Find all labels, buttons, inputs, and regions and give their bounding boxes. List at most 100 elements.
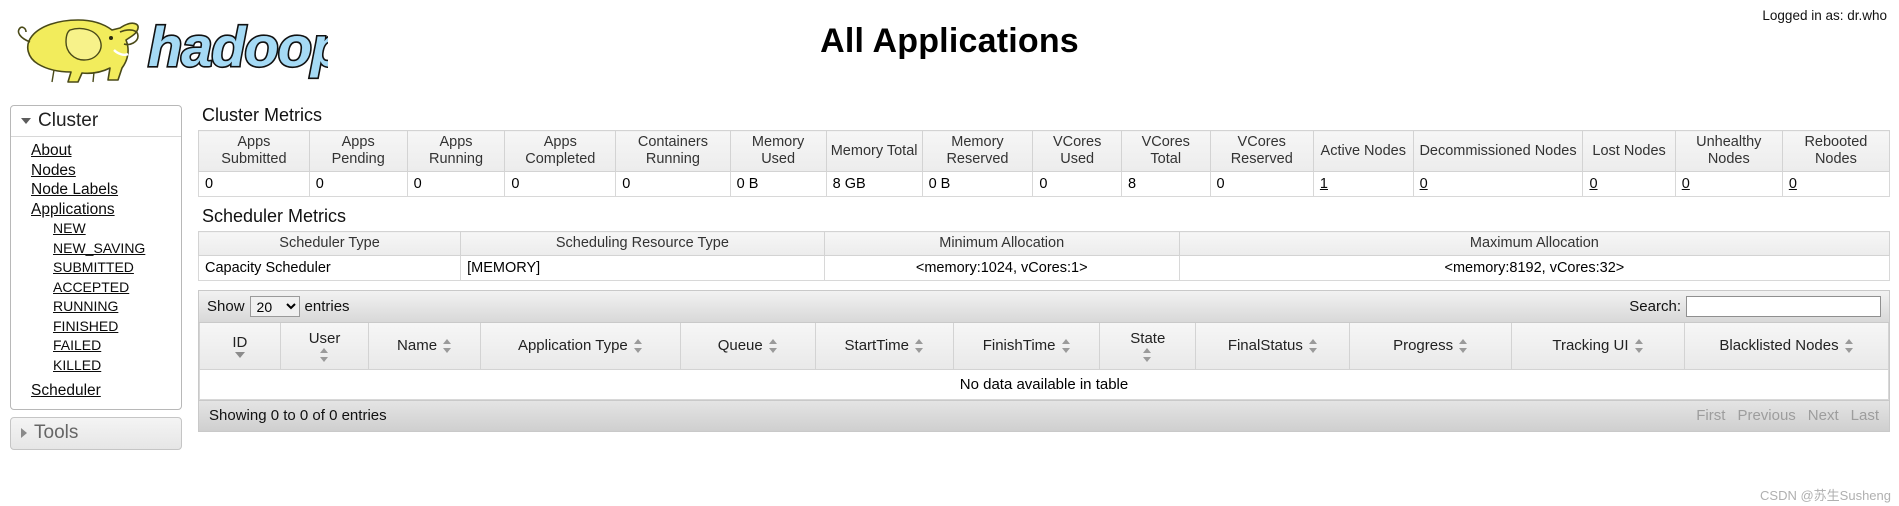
th-tracking-ui[interactable]: Tracking UI [1510, 323, 1686, 370]
sidebar-link-failed[interactable]: FAILED [53, 337, 101, 353]
sidebar-link-submitted[interactable]: SUBMITTED [53, 259, 134, 275]
col-minimum-allocation: Minimum Allocation [823, 231, 1180, 256]
th-blacklisted-nodes-label: Blacklisted Nodes [1719, 337, 1839, 355]
col-memory-reserved: Memory Reserved [921, 130, 1034, 172]
sidebar-link-accepted[interactable]: ACCEPTED [53, 279, 129, 295]
link-active-nodes[interactable]: 1 [1320, 176, 1328, 192]
sidebar-cluster-header[interactable]: Cluster [11, 106, 181, 137]
sort-both-icon [768, 338, 778, 353]
sidebar-tools-label: Tools [34, 421, 79, 443]
page-first[interactable]: First [1696, 407, 1725, 424]
sidebar-link-finished[interactable]: FINISHED [53, 318, 118, 334]
th-user[interactable]: User [279, 323, 370, 370]
scheduler-metrics-header-row: Scheduler Type Scheduling Resource Type … [197, 231, 1891, 256]
val-decommissioned-nodes[interactable]: 0 [1412, 171, 1584, 197]
page-previous[interactable]: Previous [1737, 407, 1795, 424]
val-memory-reserved: 0 B [921, 171, 1034, 197]
sidebar-item-state-finished[interactable]: FINISHED [11, 317, 181, 337]
col-apps-pending: Apps Pending [308, 130, 408, 172]
sidebar-link-running[interactable]: RUNNING [53, 298, 118, 314]
sidebar-cluster-list: About Nodes Node Labels Applications NEW… [11, 141, 181, 401]
val-active-nodes[interactable]: 1 [1312, 171, 1414, 197]
page-next[interactable]: Next [1808, 407, 1839, 424]
datatable-length-control: Show 20 50 100 entries [207, 296, 350, 317]
th-id-label: ID [232, 333, 248, 351]
sidebar-cluster-label: Cluster [38, 110, 99, 131]
th-queue-label: Queue [717, 337, 763, 355]
th-finalstatus[interactable]: FinalStatus [1195, 323, 1351, 370]
sidebar-link-applications[interactable]: Applications [31, 201, 115, 218]
sidebar-item-scheduler[interactable]: Scheduler [11, 381, 181, 401]
val-apps-running: 0 [406, 171, 506, 197]
th-progress[interactable]: Progress [1349, 323, 1512, 370]
th-finishtime[interactable]: FinishTime [953, 323, 1101, 370]
sidebar-item-applications[interactable]: Applications [11, 200, 181, 220]
cluster-metrics-title: Cluster Metrics [202, 105, 323, 125]
sidebar-item-about[interactable]: About [11, 141, 181, 161]
sidebar-link-about[interactable]: About [31, 142, 72, 159]
sidebar-item-state-accepted[interactable]: ACCEPTED [11, 278, 181, 298]
sidebar-link-nodes[interactable]: Nodes [31, 162, 76, 179]
sort-both-icon [633, 338, 643, 353]
applications-body: No data available in table [199, 369, 1889, 400]
show-label: Show [207, 298, 245, 315]
val-rebooted-nodes[interactable]: 0 [1781, 171, 1891, 197]
th-id[interactable]: ID [199, 323, 281, 370]
sidebar-item-state-new[interactable]: NEW [11, 219, 181, 239]
page-header: hadoop All Applications Logged in as: dr… [0, 0, 1899, 100]
datatable-controls: Show 20 50 100 entries Search: [199, 291, 1889, 323]
sort-both-icon [1634, 338, 1644, 353]
val-vcores-used: 0 [1032, 171, 1122, 197]
sidebar-item-state-submitted[interactable]: SUBMITTED [11, 258, 181, 278]
sidebar-item-state-new-saving[interactable]: NEW_SAVING [11, 239, 181, 259]
datatable-footer: Showing 0 to 0 of 0 entries First Previo… [199, 399, 1889, 431]
col-scheduler-type: Scheduler Type [197, 231, 462, 256]
sidebar-link-killed[interactable]: KILLED [53, 357, 101, 373]
th-starttime[interactable]: StartTime [814, 323, 955, 370]
link-rebooted-nodes[interactable]: 0 [1789, 176, 1797, 192]
sidebar-link-new[interactable]: NEW [53, 220, 86, 236]
sidebar-item-nodes[interactable]: Nodes [11, 161, 181, 181]
sidebar-link-scheduler[interactable]: Scheduler [31, 382, 101, 399]
applications-table: ID User Name Application Type Queue Star… [199, 323, 1889, 400]
page-last[interactable]: Last [1851, 407, 1879, 424]
sidebar-item-state-killed[interactable]: KILLED [11, 356, 181, 376]
th-application-type[interactable]: Application Type [479, 323, 681, 370]
th-progress-label: Progress [1393, 337, 1454, 355]
th-blacklisted-nodes[interactable]: Blacklisted Nodes [1684, 323, 1889, 370]
val-unhealthy-nodes[interactable]: 0 [1674, 171, 1783, 197]
sort-both-icon [1061, 338, 1071, 353]
val-containers-running: 0 [615, 171, 731, 197]
watermark: CSDN @苏生Susheng [1760, 488, 1891, 503]
sidebar-tools-header[interactable]: Tools [10, 416, 182, 450]
col-maximum-allocation: Maximum Allocation [1178, 231, 1891, 256]
col-apps-running: Apps Running [406, 130, 506, 172]
search-input[interactable] [1686, 296, 1881, 317]
sidebar-link-node-labels[interactable]: Node Labels [31, 181, 118, 198]
sidebar-item-node-labels[interactable]: Node Labels [11, 180, 181, 200]
col-active-nodes: Active Nodes [1312, 130, 1414, 172]
link-unhealthy-nodes[interactable]: 0 [1682, 176, 1690, 192]
th-tracking-ui-label: Tracking UI [1552, 337, 1629, 355]
sidebar-item-state-running[interactable]: RUNNING [11, 297, 181, 317]
cluster-metrics-header-row: Apps Submitted Apps Pending Apps Running… [198, 130, 1891, 172]
val-vcores-reserved: 0 [1209, 171, 1314, 197]
col-memory-used: Memory Used [729, 130, 827, 172]
cluster-metrics-table: Apps Submitted Apps Pending Apps Running… [198, 130, 1891, 197]
col-apps-submitted: Apps Submitted [198, 130, 310, 172]
th-state[interactable]: State [1099, 323, 1197, 370]
th-starttime-label: StartTime [844, 337, 909, 355]
sidebar-link-new-saving[interactable]: NEW_SAVING [53, 240, 145, 256]
sort-both-icon [1844, 338, 1854, 353]
link-decommissioned-nodes[interactable]: 0 [1420, 176, 1428, 192]
th-name[interactable]: Name [368, 323, 481, 370]
val-maximum-allocation: <memory:8192, vCores:32> [1178, 255, 1891, 281]
page-length-select[interactable]: 20 50 100 [249, 296, 300, 317]
th-queue[interactable]: Queue [679, 323, 816, 370]
val-vcores-total: 8 [1120, 171, 1211, 197]
val-lost-nodes[interactable]: 0 [1582, 171, 1676, 197]
sidebar-item-state-failed[interactable]: FAILED [11, 336, 181, 356]
logged-in-user: Logged in as: dr.who [1762, 8, 1887, 23]
col-containers-running: Containers Running [615, 130, 731, 172]
link-lost-nodes[interactable]: 0 [1589, 176, 1597, 192]
